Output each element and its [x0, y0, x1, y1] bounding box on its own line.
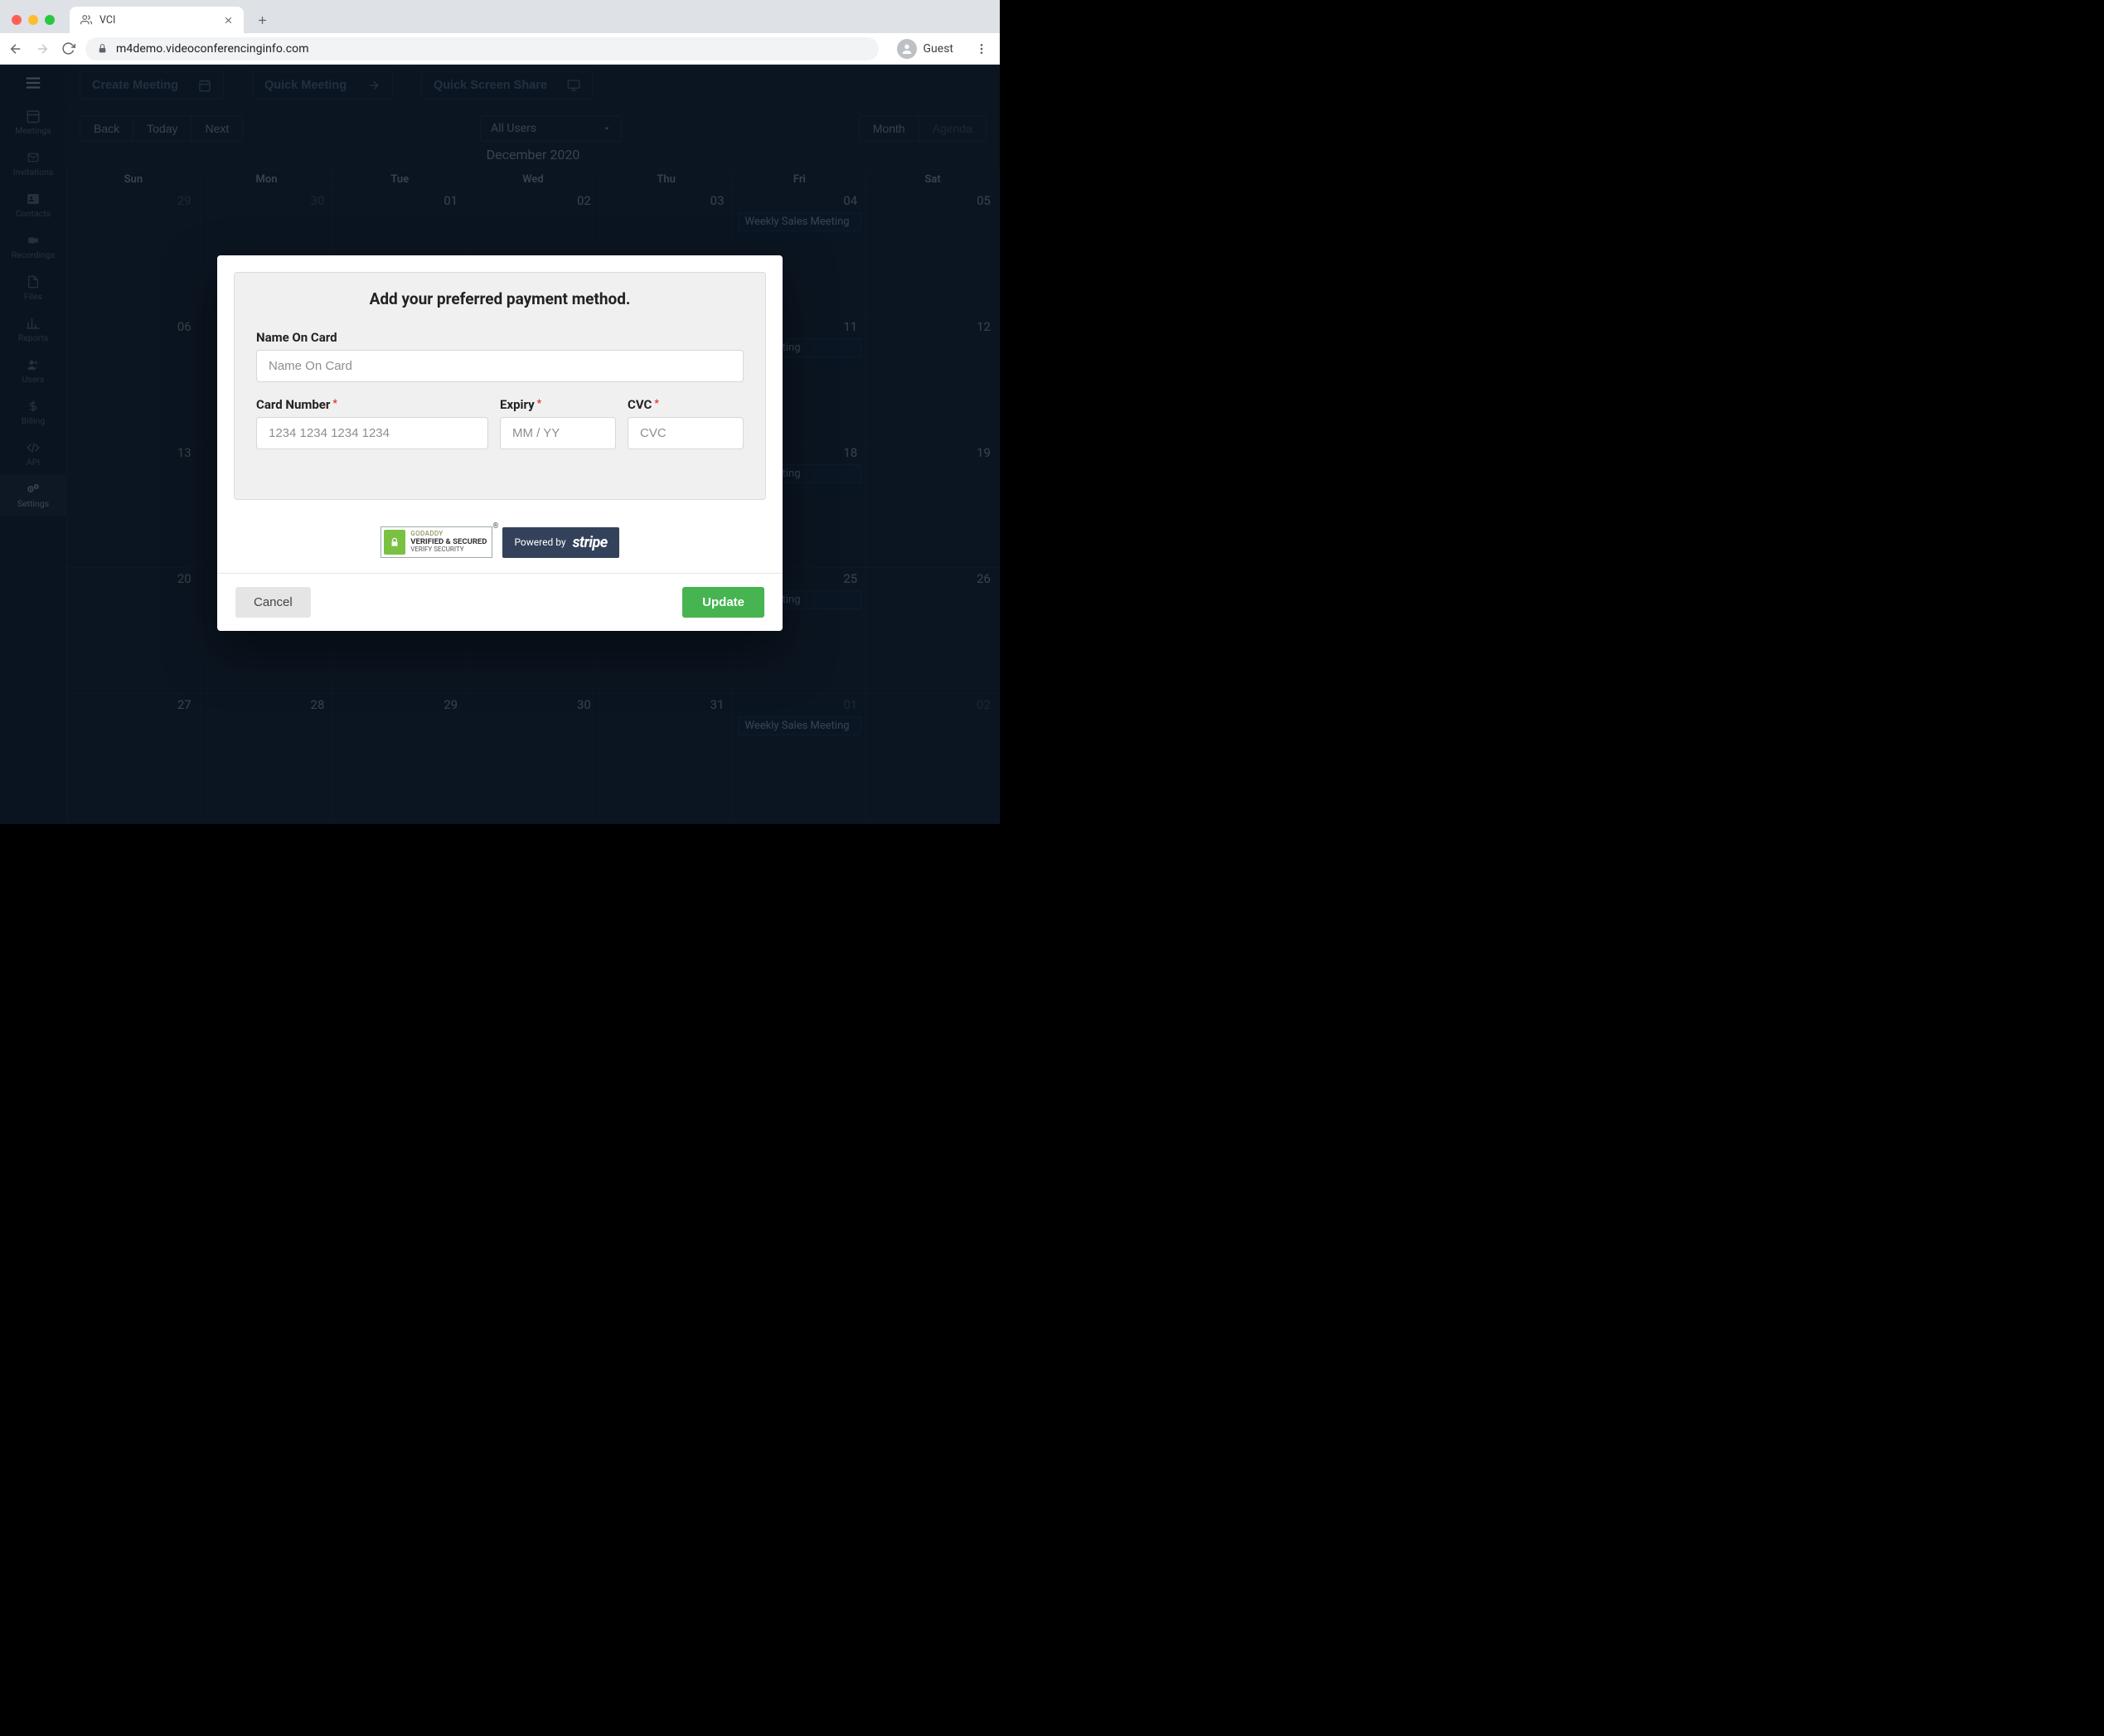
new-tab-button[interactable] [250, 8, 274, 32]
tab-title: VCI [99, 14, 115, 27]
app-root: MeetingsInvitationsContactsRecordingsFil… [0, 65, 1000, 824]
modal-footer: Cancel Update [217, 573, 783, 631]
name-on-card-input[interactable] [256, 350, 744, 382]
close-window-icon[interactable] [12, 15, 22, 25]
stripe-badge: Powered by stripe [502, 527, 618, 558]
close-tab-icon[interactable] [223, 15, 234, 26]
card-number-label: Card Number [256, 397, 488, 412]
shield-lock-icon [384, 530, 405, 555]
minimize-window-icon[interactable] [28, 15, 38, 25]
update-button[interactable]: Update [682, 587, 764, 618]
browser-menu-icon[interactable] [972, 42, 991, 56]
payment-modal: Add your preferred payment method. Name … [217, 255, 783, 631]
maximize-window-icon[interactable] [45, 15, 55, 25]
expiry-input[interactable] [500, 417, 616, 449]
modal-title: Add your preferred payment method. [256, 289, 744, 308]
reload-icon[interactable] [61, 41, 75, 56]
stripe-logo-icon: stripe [573, 534, 608, 551]
card-number-input[interactable] [256, 417, 488, 449]
window-controls [12, 15, 55, 25]
profile-label: Guest [924, 42, 953, 56]
cvc-input[interactable] [628, 417, 744, 449]
avatar-icon [897, 39, 917, 59]
modal-overlay: Add your preferred payment method. Name … [0, 65, 1000, 824]
cancel-button[interactable]: Cancel [235, 587, 311, 618]
nav-back-icon[interactable] [8, 41, 23, 56]
lock-icon [97, 43, 108, 54]
profile-chip[interactable]: Guest [889, 37, 962, 61]
url-bar[interactable]: m4demo.videoconferencinginfo.com [85, 37, 879, 61]
security-badges: ® GODADDY VERIFIED & SECURED VERIFY SECU… [217, 516, 783, 573]
godaddy-bot: VERIFY SECURITY [410, 546, 487, 554]
name-on-card-label: Name On Card [256, 330, 744, 345]
browser-chrome: VCI m4demo.videoconferencinginfo.com Gue… [0, 0, 1000, 65]
stripe-prefix: Powered by [514, 536, 565, 548]
godaddy-badge: ® GODADDY VERIFIED & SECURED VERIFY SECU… [381, 526, 492, 558]
browser-tab[interactable]: VCI [70, 7, 244, 33]
favicon-icon [80, 13, 93, 27]
cvc-label: CVC [628, 397, 744, 412]
nav-forward-icon [35, 41, 50, 56]
expiry-label: Expiry [500, 397, 616, 412]
url-text: m4demo.videoconferencinginfo.com [116, 42, 309, 56]
payment-panel: Add your preferred payment method. Name … [234, 272, 766, 500]
